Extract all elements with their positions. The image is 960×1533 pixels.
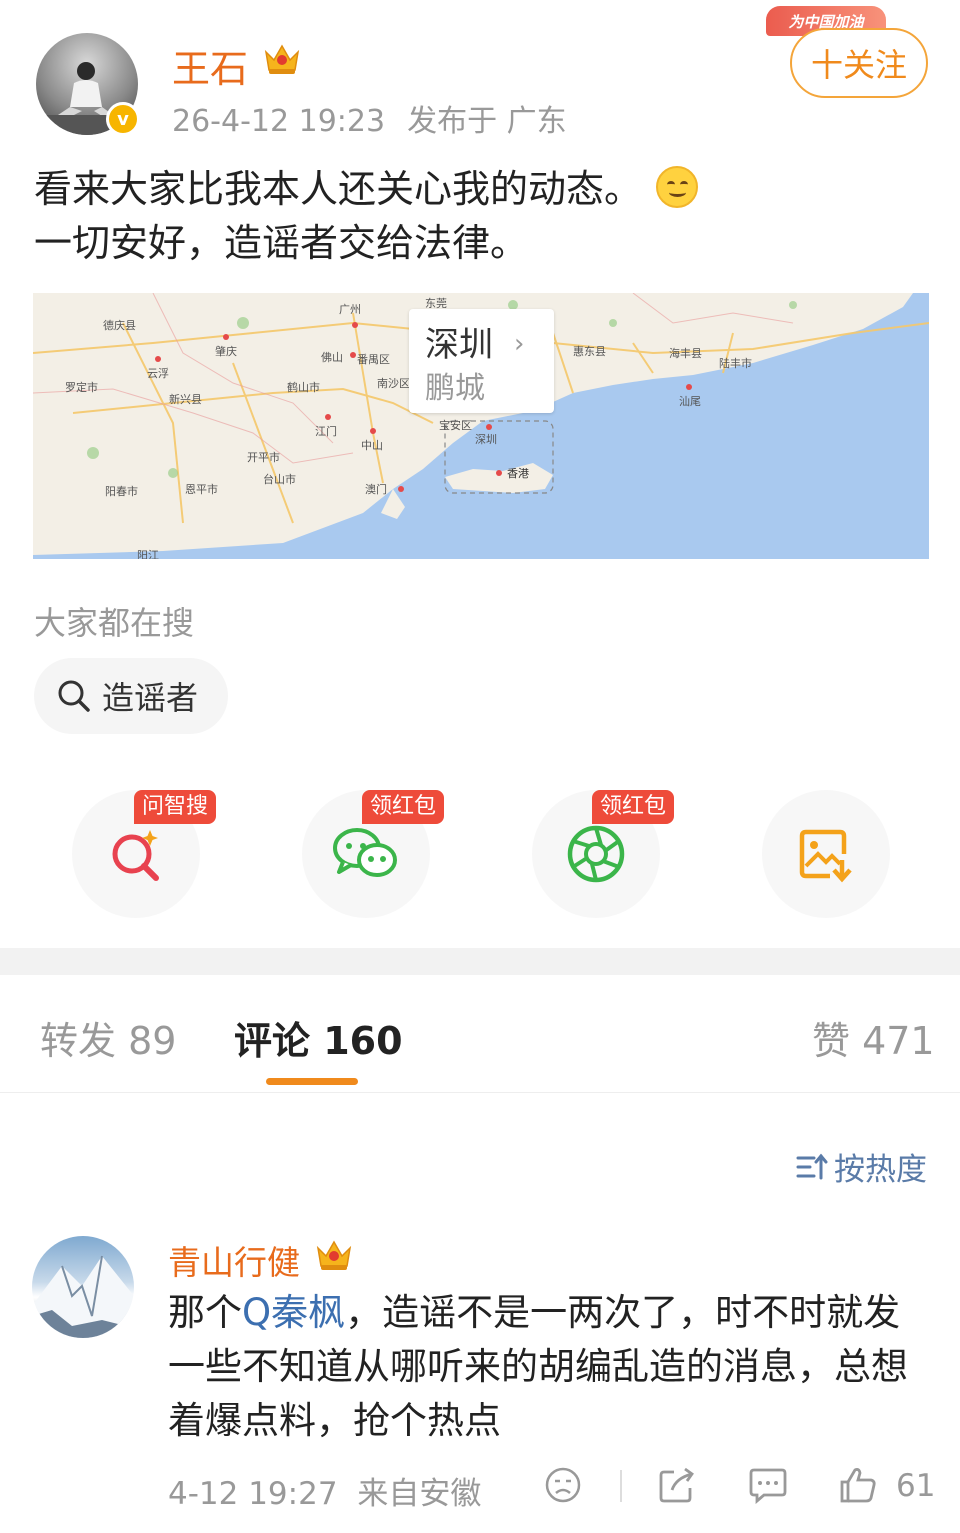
vip-crown-icon xyxy=(316,1240,352,1270)
post-text-line2: 一切安好，造谣者交给法律。 xyxy=(34,221,529,265)
map-label: 陆丰市 xyxy=(719,357,752,370)
map-label: 阳江 xyxy=(137,549,159,559)
sort-label: 按热度 xyxy=(834,1152,927,1188)
map-label: 宝安区 xyxy=(439,419,472,432)
sort-icon xyxy=(796,1153,828,1179)
map-label: 鹤山市 xyxy=(287,381,320,394)
active-tab-indicator xyxy=(266,1078,358,1085)
save-image-button[interactable] xyxy=(762,790,890,918)
smile-emoji-icon xyxy=(656,166,699,208)
post-location: 发布于 广东 xyxy=(407,104,567,139)
search-icon xyxy=(58,680,90,712)
location-card[interactable]: 深圳 › 鹏城 xyxy=(409,309,554,413)
map-label: 佛山 xyxy=(321,351,343,364)
tab-divider xyxy=(0,1092,960,1093)
ask-search-tag: 问智搜 xyxy=(134,790,217,824)
share-icon[interactable] xyxy=(658,1466,696,1504)
image-download-icon xyxy=(799,829,852,883)
map-label: 罗定市 xyxy=(65,381,98,394)
post-timestamp: 26-4-12 19:23 xyxy=(172,104,386,139)
map-label: 汕尾 xyxy=(679,395,701,408)
map-label: 新兴县 xyxy=(169,393,202,406)
map-label: 中山 xyxy=(361,439,383,452)
trending-search-chip[interactable]: 造谣者 xyxy=(34,658,228,734)
comment-action-separator xyxy=(620,1470,622,1502)
map-label: 德庆县 xyxy=(103,319,136,332)
comment-mention-link[interactable]: Q秦枫 xyxy=(242,1291,345,1334)
location-alias: 鹏城 xyxy=(425,371,485,406)
sort-button[interactable]: 按热度 xyxy=(796,1144,927,1189)
commenter-avatar[interactable] xyxy=(32,1236,134,1338)
trending-title: 大家都在搜 xyxy=(34,604,195,642)
tab-repost[interactable]: 转发 89 xyxy=(40,1010,176,1065)
like-thumb-icon[interactable] xyxy=(838,1466,878,1504)
map-label: 澳门 xyxy=(365,483,387,496)
author-name[interactable]: 王石 xyxy=(172,38,248,93)
wechat-icon xyxy=(333,828,397,877)
tab-likes[interactable]: 赞 471 xyxy=(812,1010,935,1065)
comment-like-count: 61 xyxy=(896,1468,936,1504)
trending-query: 造谣者 xyxy=(102,679,199,717)
map-label: 香港 xyxy=(507,467,529,480)
map-label: 恩平市 xyxy=(185,483,218,496)
moments-icon xyxy=(567,825,625,883)
comment-time: 4-12 19:27 xyxy=(168,1476,338,1512)
map-label: 深圳 xyxy=(475,433,497,446)
chevron-right-icon: › xyxy=(514,329,525,359)
comment-meta: 4-12 19:27 来自安徽 xyxy=(168,1468,481,1513)
verified-badge-icon: v xyxy=(106,102,140,136)
follow-button[interactable]: 十关注 xyxy=(790,28,928,98)
map-label: 阳春市 xyxy=(105,485,138,498)
post-text-line1: 看来大家比我本人还关心我的动态。 xyxy=(34,167,643,211)
map-label: 云浮 xyxy=(147,367,169,380)
comment-text: 那个Q秦枫，造谣不是一两次了，时不时就发一些不知道从哪听来的胡编乱造的消息，总想… xyxy=(168,1286,908,1448)
map-label: 江门 xyxy=(315,425,337,438)
map-label: 肇庆 xyxy=(215,345,237,358)
tab-comments[interactable]: 评论 160 xyxy=(234,1010,403,1065)
map-label: 南沙区 xyxy=(377,377,410,390)
map-label: 番禺区 xyxy=(357,353,390,366)
comment-source: 来自安徽 xyxy=(357,1476,482,1512)
dislike-emoji-icon[interactable] xyxy=(544,1466,582,1504)
commenter-name[interactable]: 青山行健 xyxy=(168,1236,300,1284)
reply-icon[interactable] xyxy=(748,1466,788,1504)
post-body: 看来大家比我本人还关心我的动态。 一切安好，造谣者交给法律。 xyxy=(34,162,934,270)
section-divider xyxy=(0,948,960,975)
location-map[interactable]: 广州 肇庆 云浮 佛山 江门 中山 澳门 香港 深圳 汕尾 阳江 开平市 台山市… xyxy=(33,293,929,559)
ai-search-icon xyxy=(112,830,159,881)
map-label: 开平市 xyxy=(247,451,280,464)
vip-crown-icon xyxy=(264,44,300,74)
map-label: 海丰县 xyxy=(669,347,702,360)
wechat-tag: 领红包 xyxy=(362,790,445,824)
map-label: 惠东县 xyxy=(573,345,606,358)
comment-text-before: 那个 xyxy=(168,1291,242,1334)
post-meta: 26-4-12 19:23 发布于 广东 xyxy=(172,96,567,140)
moments-tag: 领红包 xyxy=(592,790,675,824)
map-label: 台山市 xyxy=(263,473,296,486)
location-city: 深圳 xyxy=(425,325,493,365)
map-label: 广州 xyxy=(339,303,361,316)
